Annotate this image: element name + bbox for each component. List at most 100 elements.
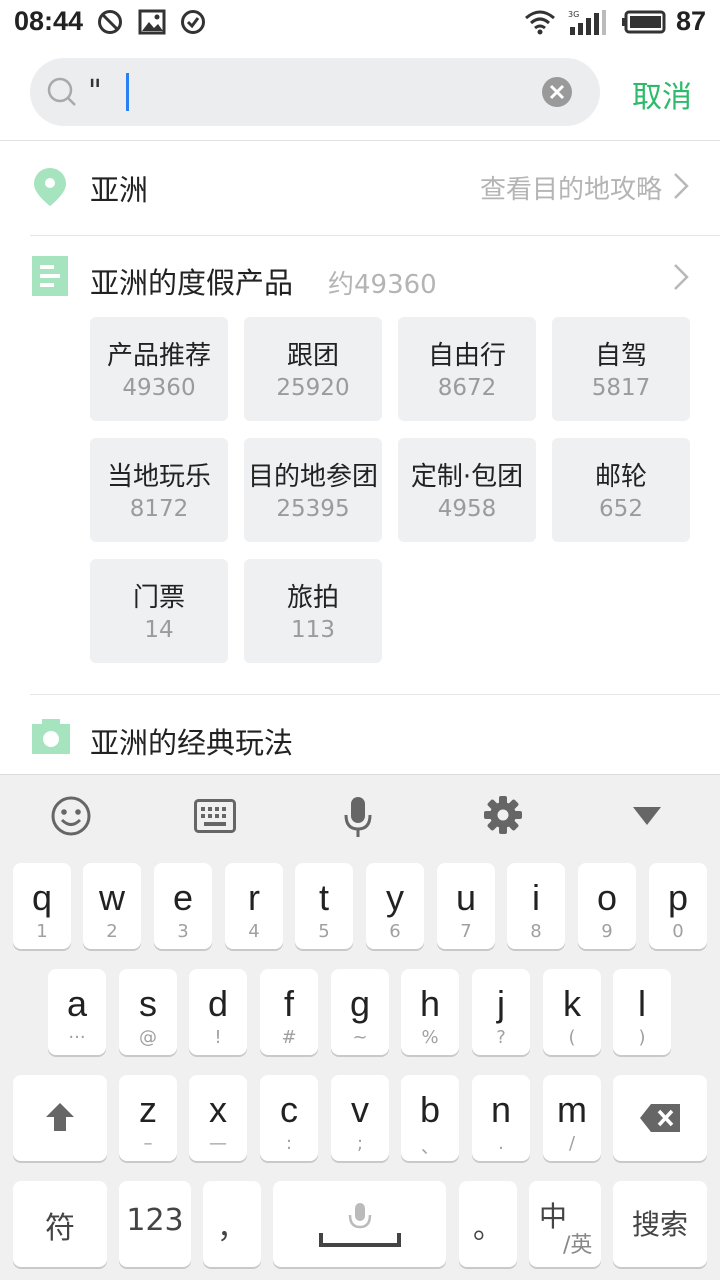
- key-t[interactable]: t5: [295, 863, 353, 949]
- products-header[interactable]: 亚洲的度假产品 约49360: [0, 236, 720, 316]
- tile-label: 门票: [132, 583, 185, 613]
- battery-percent: 87: [675, 6, 706, 36]
- backspace-key[interactable]: [613, 1075, 707, 1161]
- location-pin-icon: [34, 168, 66, 206]
- key-w[interactable]: w2: [83, 863, 141, 949]
- key-h[interactable]: h%: [401, 969, 459, 1055]
- chevron-right-icon: [674, 173, 689, 199]
- period-key[interactable]: 。: [459, 1181, 517, 1267]
- destination-row[interactable]: 亚洲 查看目的地攻略: [0, 141, 720, 235]
- key-char: f: [283, 983, 294, 1024]
- destination-name: 亚洲: [90, 173, 149, 207]
- key-m[interactable]: m /: [543, 1075, 601, 1161]
- destination-guide-link[interactable]: 查看目的地攻略: [480, 169, 662, 206]
- key-l[interactable]: l): [613, 969, 671, 1055]
- key-u[interactable]: u7: [437, 863, 495, 949]
- product-tile-local-fun[interactable]: 当地玩乐 8172: [90, 438, 228, 542]
- search-input[interactable]: ": [30, 58, 600, 126]
- key-label: 123: [126, 1203, 184, 1238]
- product-tile-recommended[interactable]: 产品推荐 49360: [90, 317, 228, 421]
- key-r[interactable]: r4: [225, 863, 283, 949]
- products-title: 亚洲的度假产品: [90, 266, 294, 300]
- product-tile-custom-charter[interactable]: 定制·包团 4958: [398, 438, 536, 542]
- key-f[interactable]: f #: [260, 969, 318, 1055]
- key-g[interactable]: g ~: [331, 969, 389, 1055]
- camera-icon: [32, 719, 70, 754]
- key-sub-char: :: [285, 1133, 293, 1154]
- key-q[interactable]: q1: [13, 863, 71, 949]
- numbers-key[interactable]: 123: [119, 1181, 191, 1267]
- key-char: v: [351, 1089, 369, 1130]
- battery-icon: [622, 10, 666, 34]
- product-tile-cruise[interactable]: 邮轮 652: [552, 438, 690, 542]
- emoji-icon[interactable]: [50, 795, 92, 837]
- key-x[interactable]: x —: [189, 1075, 247, 1161]
- key-s[interactable]: s @: [119, 969, 177, 1055]
- symbols-key[interactable]: 符: [13, 1181, 107, 1267]
- key-a[interactable]: a ···: [48, 969, 106, 1055]
- key-char: l: [638, 983, 646, 1024]
- key-sub-char: 2: [106, 921, 118, 942]
- key-o[interactable]: o9: [578, 863, 636, 949]
- tile-count: 8172: [129, 496, 189, 522]
- key-b[interactable]: b、: [401, 1075, 459, 1161]
- key-sub-char: #: [281, 1027, 297, 1048]
- tile-label: 定制·包团: [410, 462, 524, 492]
- key-p[interactable]: p0: [649, 863, 707, 949]
- search-key[interactable]: 搜索: [613, 1181, 707, 1267]
- language-switch-key[interactable]: 中 /英: [529, 1181, 601, 1267]
- key-n[interactable]: n.: [472, 1075, 530, 1161]
- cancel-button[interactable]: 取消: [632, 72, 692, 116]
- tile-count: 113: [291, 617, 335, 643]
- key-char: z: [139, 1089, 157, 1130]
- microphone-icon[interactable]: [342, 795, 374, 839]
- key-sub-char: –: [143, 1133, 153, 1154]
- key-k[interactable]: k(: [543, 969, 601, 1055]
- key-v[interactable]: v;: [331, 1075, 389, 1161]
- key-c[interactable]: c:: [260, 1075, 318, 1161]
- image-icon: [138, 9, 166, 35]
- tile-count: 652: [599, 496, 643, 522]
- key-sub-char: —: [209, 1133, 227, 1154]
- key-label: 。: [473, 1211, 503, 1246]
- key-sub-char: ?: [496, 1027, 506, 1048]
- key-j[interactable]: j?: [472, 969, 530, 1055]
- shift-key[interactable]: [13, 1075, 107, 1161]
- tile-label: 产品推荐: [106, 341, 211, 371]
- key-e[interactable]: e3: [154, 863, 212, 949]
- product-tile-independent[interactable]: 自由行 8672: [398, 317, 536, 421]
- key-i[interactable]: i8: [507, 863, 565, 949]
- key-y[interactable]: y6: [366, 863, 424, 949]
- tile-label: 邮轮: [594, 462, 647, 492]
- key-z[interactable]: z –: [119, 1075, 177, 1161]
- tile-count: 25920: [276, 375, 350, 401]
- key-char: n: [490, 1089, 512, 1130]
- key-char: m: [557, 1089, 587, 1130]
- settings-gear-icon[interactable]: [483, 795, 523, 835]
- text-cursor: [126, 73, 129, 111]
- key-char: r: [248, 877, 260, 918]
- product-tile-destination-group[interactable]: 目的地参团 25395: [244, 438, 382, 542]
- hide-keyboard-icon[interactable]: [631, 805, 663, 827]
- product-tile-self-drive[interactable]: 自驾 5817: [552, 317, 690, 421]
- comma-key[interactable]: ，: [203, 1181, 261, 1267]
- key-sub-char: (: [568, 1027, 576, 1048]
- product-tile-tickets[interactable]: 门票 14: [90, 559, 228, 663]
- key-sub-char: 7: [460, 921, 472, 942]
- key-sub-char: 、: [421, 1137, 439, 1158]
- status-time: 08:44: [14, 6, 84, 36]
- key-d[interactable]: d!: [189, 969, 247, 1055]
- clear-search-button[interactable]: [542, 77, 572, 107]
- key-char: s: [139, 983, 157, 1024]
- space-key[interactable]: [273, 1181, 446, 1267]
- classic-play-row[interactable]: 亚洲的经典玩法: [0, 696, 720, 776]
- keyboard-icon[interactable]: [194, 799, 236, 833]
- product-tile-group-tour[interactable]: 跟团 25920: [244, 317, 382, 421]
- key-char: u: [455, 877, 477, 918]
- tile-label: 当地玩乐: [106, 462, 211, 492]
- tile-count: 4958: [437, 496, 497, 522]
- tile-count: 5817: [591, 375, 651, 401]
- product-tile-travel-photo[interactable]: 旅拍 113: [244, 559, 382, 663]
- tile-count: 8672: [437, 375, 497, 401]
- key-sub-char: 3: [177, 921, 189, 942]
